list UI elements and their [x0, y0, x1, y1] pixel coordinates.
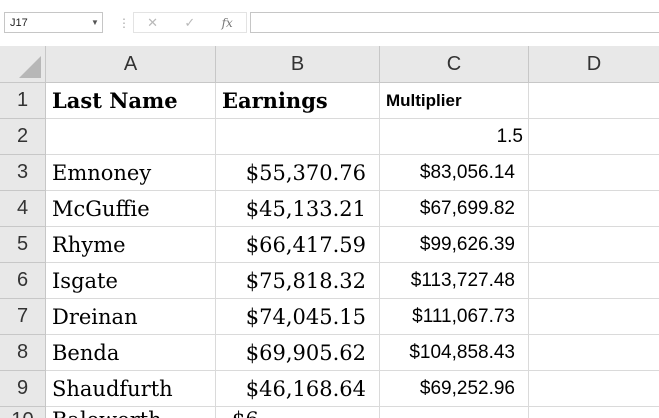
cell-b5[interactable]: $66,417.59: [216, 227, 380, 263]
cell-a1[interactable]: Last Name: [46, 83, 216, 119]
row-header-5[interactable]: 5: [0, 227, 46, 263]
column-header-c[interactable]: C: [380, 46, 529, 83]
cell-a2[interactable]: [46, 119, 216, 155]
cell-c10[interactable]: [380, 407, 529, 418]
name-box-value[interactable]: J17: [5, 17, 88, 29]
cell-b6[interactable]: $75,818.32: [216, 263, 380, 299]
cell-a3[interactable]: Emnoney: [46, 155, 216, 191]
cell-a4[interactable]: McGuffie: [46, 191, 216, 227]
cell-a10[interactable]: Baleworth: [46, 407, 216, 418]
cell-b10[interactable]: $6: [216, 407, 380, 418]
enter-icon[interactable]: ✓: [184, 15, 195, 31]
row-header-4[interactable]: 4: [0, 191, 46, 227]
row-header-7[interactable]: 7: [0, 299, 46, 335]
insert-function-icon[interactable]: fx: [222, 16, 233, 30]
cell-b2[interactable]: [216, 119, 380, 155]
cell-a6[interactable]: Isgate: [46, 263, 216, 299]
cell-c9[interactable]: $69,252.96: [380, 371, 529, 407]
column-header-a[interactable]: A: [46, 46, 216, 83]
cell-d9[interactable]: [529, 371, 659, 407]
cell-a9[interactable]: Shaudfurth: [46, 371, 216, 407]
cell-d1[interactable]: [529, 83, 659, 119]
chevron-down-icon[interactable]: ▼: [88, 13, 102, 32]
cell-b7[interactable]: $74,045.15: [216, 299, 380, 335]
cell-a5[interactable]: Rhyme: [46, 227, 216, 263]
row-header-10-label: 10: [11, 409, 33, 418]
drag-handle-icon[interactable]: ⋮: [118, 14, 130, 32]
cell-c2[interactable]: 1.5: [380, 119, 529, 155]
cell-b8[interactable]: $69,905.62: [216, 335, 380, 371]
cell-b4[interactable]: $45,133.21: [216, 191, 380, 227]
row-header-8[interactable]: 8: [0, 335, 46, 371]
cell-c1[interactable]: Multiplier: [380, 83, 529, 119]
cell-d5[interactable]: [529, 227, 659, 263]
row-header-10[interactable]: 10: [0, 407, 46, 418]
cell-c6[interactable]: $113,727.48: [380, 263, 529, 299]
select-all-button[interactable]: [0, 46, 46, 83]
cell-d2[interactable]: [529, 119, 659, 155]
cell-c4[interactable]: $67,699.82: [380, 191, 529, 227]
cell-b10-text: $6: [232, 408, 259, 418]
cell-d7[interactable]: [529, 299, 659, 335]
row-header-1[interactable]: 1: [0, 83, 46, 119]
formula-input[interactable]: [250, 12, 659, 33]
cancel-icon[interactable]: ✕: [147, 15, 158, 31]
cell-b9[interactable]: $46,168.64: [216, 371, 380, 407]
cell-d4[interactable]: [529, 191, 659, 227]
row-header-3[interactable]: 3: [0, 155, 46, 191]
column-header-d[interactable]: D: [529, 46, 659, 83]
cell-a7[interactable]: Dreinan: [46, 299, 216, 335]
cell-d6[interactable]: [529, 263, 659, 299]
cell-d8[interactable]: [529, 335, 659, 371]
cell-c3[interactable]: $83,056.14: [380, 155, 529, 191]
cell-c5[interactable]: $99,626.39: [380, 227, 529, 263]
select-all-icon: [19, 56, 41, 78]
column-header-b[interactable]: B: [216, 46, 380, 83]
cell-c8[interactable]: $104,858.43: [380, 335, 529, 371]
cell-b3[interactable]: $55,370.76: [216, 155, 380, 191]
cell-a8[interactable]: Benda: [46, 335, 216, 371]
cell-a10-text: Baleworth: [52, 408, 162, 418]
row-header-9[interactable]: 9: [0, 371, 46, 407]
cell-d10[interactable]: [529, 407, 659, 418]
formula-toolbar: J17 ▼ ⋮ ✕ ✓ fx: [0, 0, 659, 46]
cell-c7[interactable]: $111,067.73: [380, 299, 529, 335]
name-box[interactable]: J17 ▼: [4, 12, 103, 33]
cell-d3[interactable]: [529, 155, 659, 191]
cell-b1[interactable]: Earnings: [216, 83, 380, 119]
row-header-2[interactable]: 2: [0, 119, 46, 155]
formula-buttons: ✕ ✓ fx: [133, 12, 247, 33]
row-header-6[interactable]: 6: [0, 263, 46, 299]
